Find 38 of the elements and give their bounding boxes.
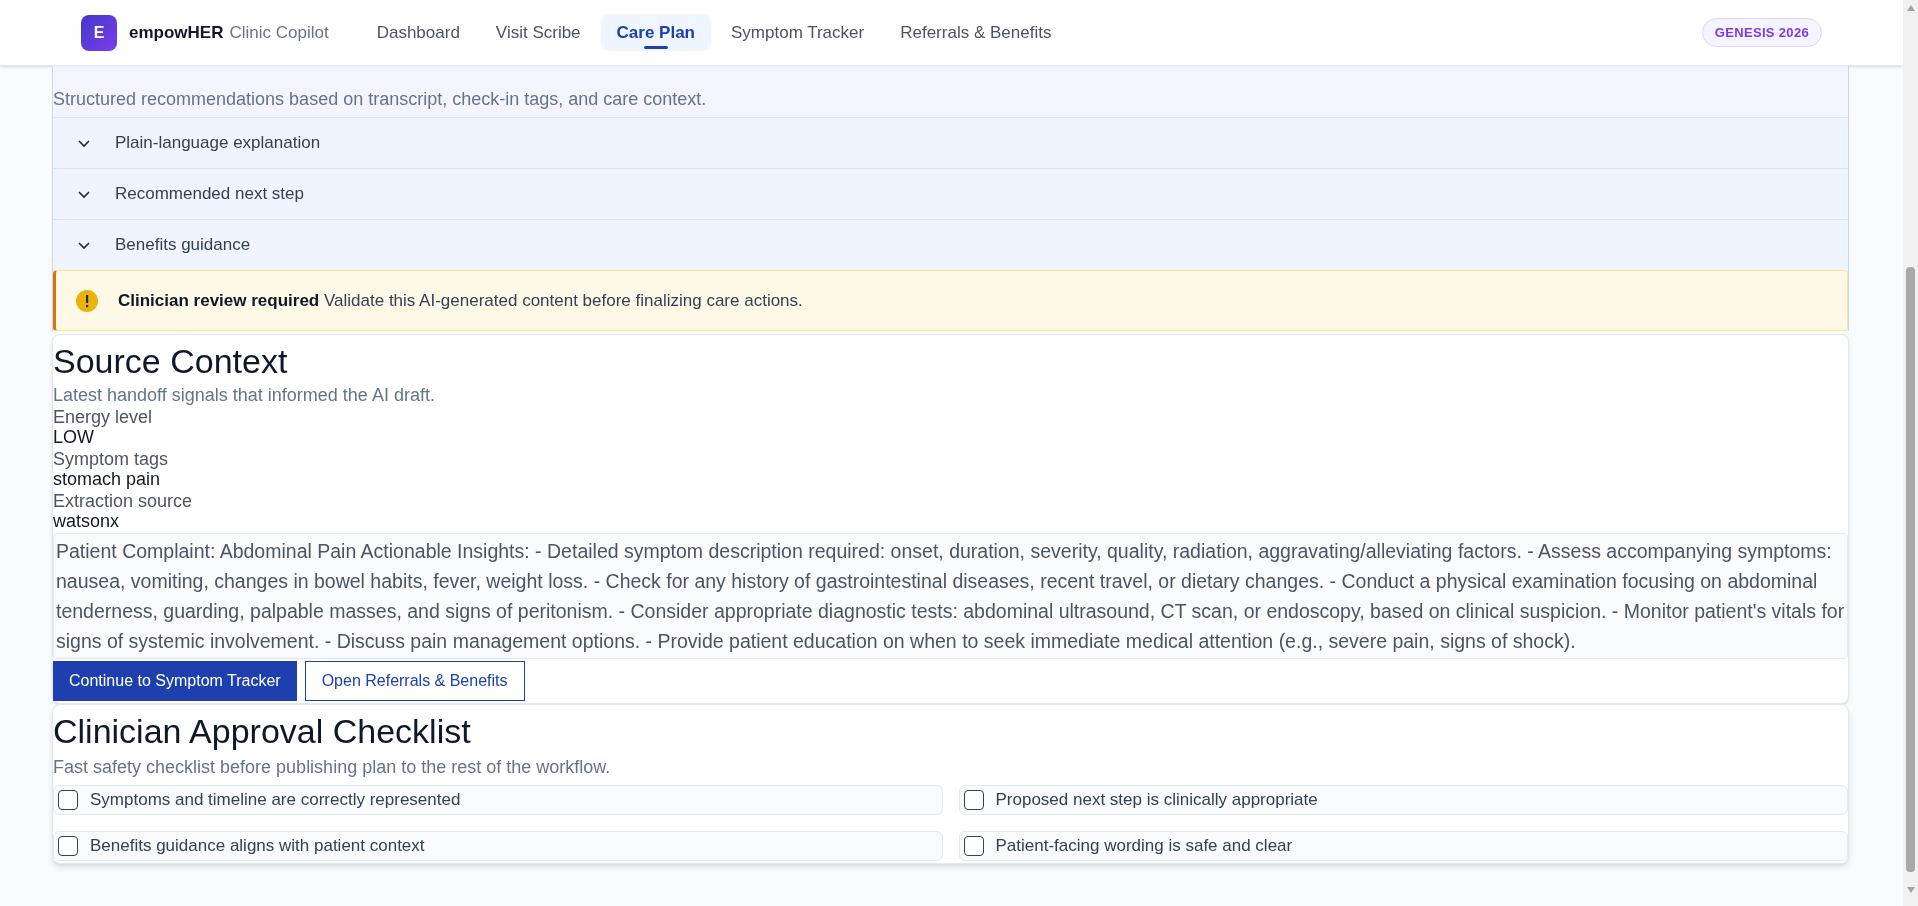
nav-tab[interactable]: Referrals & Benefits (884, 13, 1068, 52)
action-button[interactable]: Open Referrals & Benefits (304, 661, 525, 701)
field-value: stomach pain (53, 469, 162, 489)
checkbox[interactable] (963, 836, 984, 856)
nav-tab[interactable]: Care Plan (600, 13, 711, 52)
checklist-item[interactable]: Symptoms and timeline are correctly represented (53, 785, 943, 815)
scroll-thumb[interactable] (1906, 267, 1915, 872)
card-subtitle: Structured recommendations based on transcript, check-in tags, and care context. (53, 88, 708, 111)
field-label: Extraction source (53, 491, 194, 511)
action-button[interactable]: Continue to Symptom Tracker (53, 661, 297, 701)
accordion-row[interactable]: Recommended next step (53, 168, 1848, 219)
clinical-summary: Patient Complaint: Abdominal Pain Actionable Insights: - Detailed symptom description required: onset, duration, severity, quality, radiation, aggravating/alleviating factors. - Assess accompanying symptoms: nausea, vomiting, changes in bowel habits, fever, weight loss. - Check for any history of gastrointestinal diseases, recent travel, or dietary changes. - Conduct a physical examination focusing on abdominal tenderness, guarding, palpable masses, and signs of peritonism. - Consider appropriate diagnostic tests: abdominal ultrasound, CT scan, or endoscopy, based on clinical suspicion. - Monitor patient's vitals for signs of systemic involvement. - Discuss pain management options. - Provide patient education on when to seek immediate medical attention (e.g., severe pain, signs of shock). (53, 533, 1848, 659)
warning-icon (76, 289, 98, 312)
brand-name: empowHER (129, 21, 224, 44)
nav-tab[interactable]: Symptom Tracker (715, 13, 881, 52)
accordion-row[interactable]: Plain-language explanation (53, 117, 1848, 168)
edition-badge: GENESIS 2026 (1701, 17, 1822, 48)
checkbox[interactable] (58, 836, 78, 856)
section-title: Clinician Approval Checklist (53, 711, 472, 752)
accordion-row[interactable]: Benefits guidance (53, 219, 1848, 270)
section-title: Source Context (53, 341, 289, 382)
alert-message: Clinician review required Validate this AI-generated content before finalizing care actions. (118, 289, 803, 312)
field-value: watsonx (53, 511, 121, 531)
section-subtitle: Latest handoff signals that informed the AI draft. (53, 384, 436, 407)
checkbox[interactable] (963, 790, 984, 810)
field-label: Symptom tags (53, 449, 170, 469)
checklist-item[interactable]: Proposed next step is clinically appropriate (958, 785, 1848, 815)
section-subtitle: Fast safety checklist before publishing plan to the rest of the workflow. (53, 756, 612, 779)
product-name: Clinic Copilot (229, 21, 329, 44)
logo-icon: E (81, 14, 117, 51)
scrollbar[interactable] (1903, 0, 1918, 906)
checklist-item[interactable]: Benefits guidance aligns with patient context (53, 831, 943, 861)
field-value: LOW (53, 427, 95, 447)
nav-tab[interactable]: Dashboard (360, 13, 476, 52)
nav-tab[interactable]: Visit Scribe (479, 13, 597, 52)
checkbox[interactable] (58, 790, 78, 810)
checklist-item[interactable]: Patient-facing wording is safe and clear (958, 831, 1848, 861)
field-label: Energy level (53, 407, 154, 427)
